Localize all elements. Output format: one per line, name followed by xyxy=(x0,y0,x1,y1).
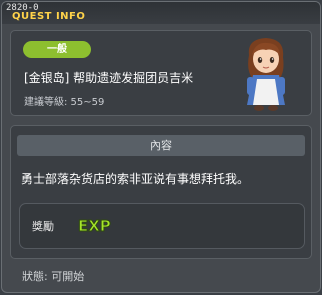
level-requirement: 建議等級: 55~59 xyxy=(24,97,105,108)
exp-icon: EXP xyxy=(78,217,112,236)
window-title: QUEST INFO xyxy=(12,11,86,22)
quest-type-badge: 一般 xyxy=(23,41,91,58)
quest-description: 勇士部落杂货店的索非亚说有事想拜托我。 xyxy=(21,172,250,186)
titlebar[interactable]: 2820-0 QUEST INFO xyxy=(2,2,320,24)
npc-woman-portrait-icon xyxy=(247,38,285,111)
exp-icon-label: EXP xyxy=(78,217,111,235)
reward-box: 獎勵 EXP xyxy=(19,203,305,249)
quest-name: [金银岛] 帮助遗迹发掘团员吉米 xyxy=(24,71,194,85)
quest-status: 狀態: 可開始 xyxy=(22,270,85,283)
quest-header-panel: 一般 [金银岛] 帮助遗迹发掘团员吉米 建議等級: 55~59 xyxy=(10,30,312,116)
quest-content-panel: 內容 勇士部落杂货店的索非亚说有事想拜托我。 獎勵 EXP xyxy=(10,125,312,259)
content-header: 內容 xyxy=(17,135,305,156)
quest-info-window: 2820-0 QUEST INFO 一般 [金银岛] 帮助遗迹发掘团员吉米 建議… xyxy=(1,1,321,293)
reward-label: 獎勵 xyxy=(32,220,54,233)
